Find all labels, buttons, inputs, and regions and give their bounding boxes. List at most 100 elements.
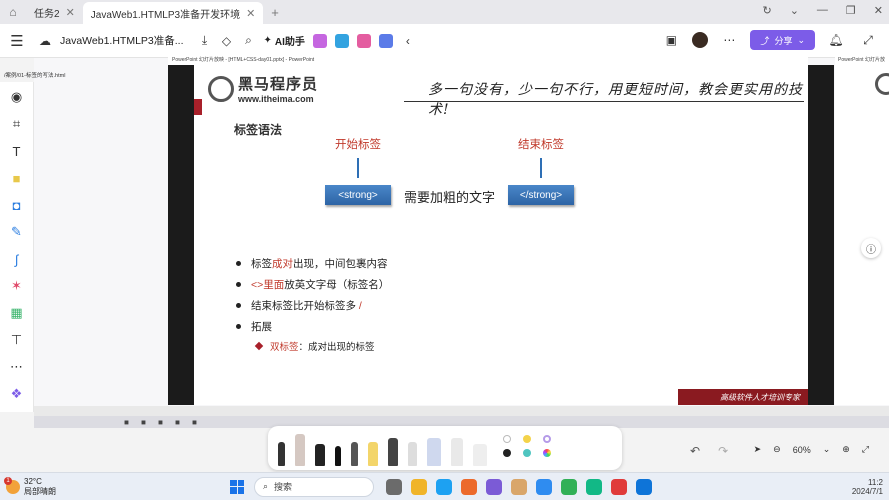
close-icon[interactable]: ✕ xyxy=(246,7,255,20)
app-icon[interactable] xyxy=(611,478,627,495)
color-picker-icon[interactable] xyxy=(543,449,551,457)
more-icon[interactable]: ⋯ xyxy=(7,358,27,376)
sticky-note-icon[interactable]: ■ xyxy=(7,169,27,187)
vscode-icon[interactable] xyxy=(636,478,652,495)
weather-widget[interactable]: 1 32°C 局部晴朗 xyxy=(0,476,120,497)
app-icon: ◼ xyxy=(174,419,180,426)
bullet-icon xyxy=(236,261,241,266)
refresh-icon[interactable]: ↻ xyxy=(762,4,771,17)
color-swatch[interactable] xyxy=(543,435,551,443)
new-tab-icon[interactable]: + xyxy=(271,5,279,20)
open-tag-box: <strong> xyxy=(325,185,391,205)
more-icon[interactable]: ⋯ xyxy=(718,29,740,51)
tag-icon[interactable]: ◇ xyxy=(216,30,238,52)
fountain-pen-icon[interactable] xyxy=(351,442,358,466)
palette-icon[interactable]: ◉ xyxy=(7,88,27,106)
lasso-icon[interactable] xyxy=(473,444,487,466)
info-icon[interactable]: ⓘ xyxy=(861,238,881,258)
download-icon[interactable]: ⤓ xyxy=(194,30,216,52)
ai-assistant-button[interactable]: ✦ AI助手 xyxy=(264,33,305,48)
color-swatch[interactable] xyxy=(503,449,511,457)
app-icon[interactable] xyxy=(561,478,577,495)
app-icon[interactable] xyxy=(461,478,477,495)
zoom-level[interactable]: 60% xyxy=(793,445,811,455)
collapse-chevron-icon[interactable]: ‹ xyxy=(397,30,419,52)
fullscreen-icon[interactable]: ⤢ xyxy=(857,29,879,51)
close-icon[interactable]: ✕ xyxy=(66,6,75,19)
app-icon[interactable] xyxy=(511,478,527,495)
app-store-icon[interactable]: ❖ xyxy=(7,385,27,403)
tab-task2[interactable]: 任务2 ✕ xyxy=(26,2,83,22)
pen-icon[interactable]: ✎ xyxy=(7,223,27,241)
system-tray-clock[interactable]: 11:2 2024/7/1 xyxy=(852,478,883,496)
wechat-icon[interactable] xyxy=(586,478,602,495)
app-shortcut-icon[interactable] xyxy=(312,33,327,48)
highlighter-icon[interactable] xyxy=(368,442,378,466)
search-placeholder: 搜索 xyxy=(274,482,293,492)
shape-icon[interactable]: ◘ xyxy=(7,196,27,214)
horse-logo-icon xyxy=(208,75,234,102)
visual-studio-icon[interactable] xyxy=(486,478,502,495)
app-shortcut-icon[interactable] xyxy=(356,33,371,48)
home-icon[interactable]: ⌂ xyxy=(0,5,26,19)
clock-time: 11:2 xyxy=(868,478,883,487)
list-item: 结束标签比开始标签多 / xyxy=(234,295,389,316)
slogan: 多一句没有，少一句不行，用更短时间，教会更实用的技术! xyxy=(428,82,803,118)
doc-title[interactable]: JavaWeb1.HTMLP3准备... xyxy=(60,33,184,48)
color-swatch[interactable] xyxy=(523,435,531,443)
ai-assistant-label: AI助手 xyxy=(274,37,305,48)
restore-icon[interactable]: ❐ xyxy=(846,4,856,17)
chevron-down-icon[interactable]: ⌄ xyxy=(790,4,799,17)
taskbar-search[interactable]: ⌕ 搜索 xyxy=(254,476,374,497)
slide-footer-banner: 高级软件人才培训专家 xyxy=(678,389,808,405)
crayon-icon[interactable] xyxy=(408,442,417,466)
search-icon: ⌕ xyxy=(263,481,269,491)
logo-url: www.itheima.com xyxy=(238,94,314,104)
bilibili-icon[interactable] xyxy=(536,478,552,495)
bullet-list: 标签成对出现，中间包裹内容 <>里面放英文字母（标签名） 结束标签比开始标签多 … xyxy=(234,253,389,355)
app-shortcut-icon[interactable] xyxy=(334,33,349,48)
menu-icon[interactable]: ☰ xyxy=(0,32,34,50)
mindmap-icon[interactable]: ✶ xyxy=(7,277,27,295)
table-icon[interactable]: ▦ xyxy=(7,304,27,322)
text-template-icon[interactable]: ⊤ xyxy=(7,331,27,349)
marker-icon[interactable] xyxy=(315,444,325,466)
pen-icon[interactable] xyxy=(278,442,285,466)
file-explorer-icon[interactable] xyxy=(411,478,427,495)
cursor-icon[interactable]: ➤ xyxy=(754,444,762,455)
color-swatch[interactable] xyxy=(523,449,531,457)
zoom-out-icon[interactable]: ⊖ xyxy=(773,444,781,455)
frame-icon[interactable]: ⌗ xyxy=(7,115,27,133)
taskbar-apps xyxy=(386,478,652,495)
app-shortcut-icon[interactable] xyxy=(378,33,393,48)
minimize-icon[interactable]: — xyxy=(817,4,828,17)
secondary-slide-preview xyxy=(835,65,889,405)
close-window-icon[interactable]: ✕ xyxy=(874,4,883,17)
text-icon[interactable]: T xyxy=(7,142,27,160)
fit-screen-icon[interactable]: ⤢ xyxy=(862,444,869,455)
zoom-in-icon[interactable]: ⊕ xyxy=(842,444,850,455)
edge-icon[interactable] xyxy=(436,478,452,495)
bell-icon[interactable]: 🔔︎ xyxy=(825,29,847,51)
calligraphy-pen-icon[interactable] xyxy=(388,438,398,466)
color-palette xyxy=(503,435,555,457)
slide: 黑马程序员 www.itheima.com 多一句没有，少一句不行，用更短时间，… xyxy=(194,65,808,405)
briefcase-icon[interactable]: ▣ xyxy=(660,29,682,51)
avatar[interactable] xyxy=(692,32,709,48)
brush-icon[interactable] xyxy=(335,446,341,466)
color-swatch[interactable] xyxy=(503,435,511,443)
pencil-icon[interactable] xyxy=(295,434,305,466)
tab-javaweb[interactable]: JavaWeb1.HTMLP3准备开发环境 ✕ xyxy=(82,2,264,24)
chevron-down-icon[interactable]: ⌄ xyxy=(823,444,831,455)
eraser-icon[interactable] xyxy=(451,438,463,466)
connector-icon[interactable]: ∫ xyxy=(7,250,27,268)
undo-icon[interactable]: ↶ xyxy=(690,444,700,458)
weather-desc: 局部晴朗 xyxy=(24,486,56,496)
search-icon[interactable]: ⌕ xyxy=(238,30,260,52)
ruler-icon[interactable] xyxy=(427,438,441,466)
windows-start-icon[interactable] xyxy=(230,479,244,494)
share-button[interactable]: ⤴ 分享 ⌄ xyxy=(750,30,815,50)
redo-icon[interactable]: ↷ xyxy=(718,444,728,458)
task-view-icon[interactable] xyxy=(386,478,402,495)
diamond-bullet-icon xyxy=(254,341,264,351)
